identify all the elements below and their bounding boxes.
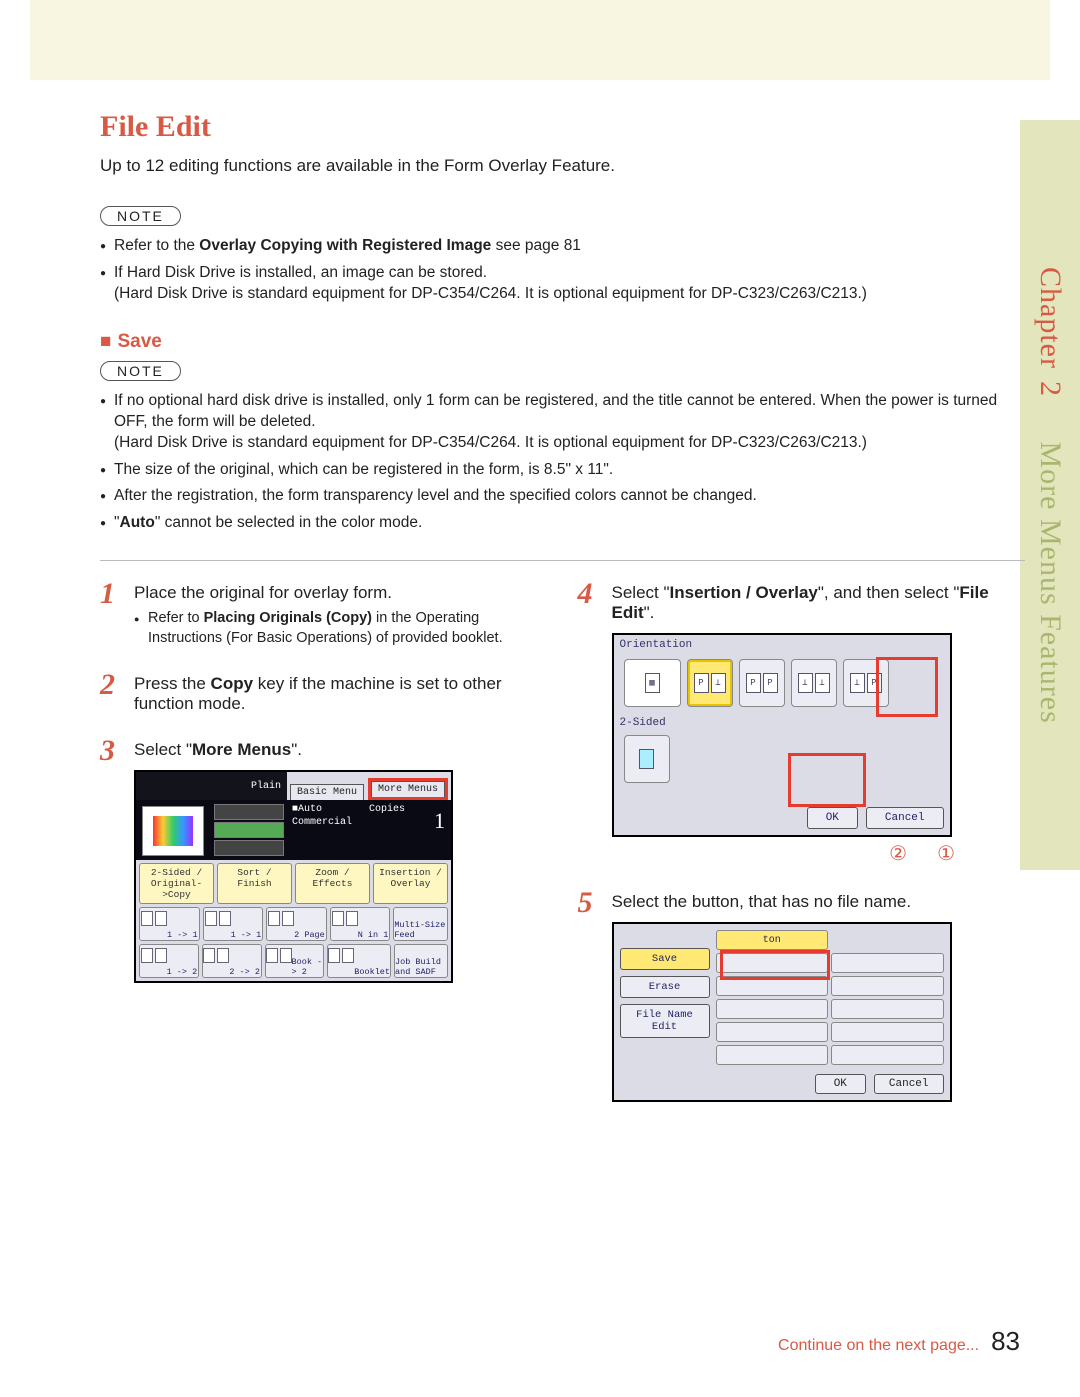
tab-more-menus[interactable]: More Menus xyxy=(371,781,445,797)
cat-sort[interactable]: Sort / Finish xyxy=(217,863,292,904)
orientation-preview: ▦ xyxy=(624,659,681,707)
cat-insertion[interactable]: Insertion / Overlay xyxy=(373,863,448,904)
orientation-label: Orientation xyxy=(614,635,950,655)
opt-2to2[interactable]: 2 -> 2 xyxy=(202,944,262,978)
cancel-button[interactable]: Cancel xyxy=(866,807,944,829)
step-2: 2 Press the Copy key if the machine is s… xyxy=(100,670,548,714)
file-slot[interactable] xyxy=(831,976,944,996)
highlight-box-1 xyxy=(788,753,866,807)
opt-2page[interactable]: 2 Page xyxy=(266,907,327,941)
screenshot-file-list: Save Erase File Name Edit ton xyxy=(612,922,952,1102)
opt-booklet[interactable]: Booklet xyxy=(327,944,391,978)
step-4: 4 Select "Insertion / Overlay", and then… xyxy=(578,579,1026,866)
file-slot[interactable] xyxy=(831,999,944,1019)
page-footer: Continue on the next page... 83 xyxy=(778,1326,1020,1357)
file-slot-header[interactable]: ton xyxy=(716,930,829,950)
chapter-section: More Menus Features xyxy=(1034,441,1067,723)
note-item: If Hard Disk Drive is installed, an imag… xyxy=(100,263,1025,305)
page-title: File Edit xyxy=(100,110,1025,144)
opt-multisize[interactable]: Multi-Size Feed xyxy=(393,907,448,941)
opt-nin1[interactable]: N in 1 xyxy=(330,907,391,941)
highlight-box-fileslot xyxy=(720,950,830,980)
step-3: 3 Select "More Menus". Plain Basic Menu … xyxy=(100,736,548,983)
file-slot[interactable] xyxy=(716,1045,829,1065)
highlight-box-2 xyxy=(876,657,938,717)
opt-jobbuild[interactable]: Job Build and SADF xyxy=(394,944,448,978)
copies-count: 1 xyxy=(409,800,451,860)
cat-zoom[interactable]: Zoom / Effects xyxy=(295,863,370,904)
note-item: If no optional hard disk drive is instal… xyxy=(100,391,1025,454)
note-badge: NOTE xyxy=(100,206,181,226)
ok-button[interactable]: OK xyxy=(807,807,858,829)
cancel-button[interactable]: Cancel xyxy=(874,1074,944,1094)
file-slot[interactable] xyxy=(716,1022,829,1042)
file-name-edit-button[interactable]: File Name Edit xyxy=(620,1004,710,1038)
note-item: Refer to the Overlay Copying with Regist… xyxy=(100,236,1025,257)
file-slot[interactable] xyxy=(831,953,944,973)
intro-text: Up to 12 editing functions are available… xyxy=(100,156,1025,176)
screenshot-basic-menu: Plain Basic Menu More Menus xyxy=(134,770,453,983)
orientation-opt-2[interactable]: PP xyxy=(739,659,785,707)
cat-2sided[interactable]: 2-Sided / Original->Copy xyxy=(139,863,214,904)
opt-1to1[interactable]: 1 -> 1 xyxy=(139,907,200,941)
two-sided-opt[interactable] xyxy=(624,735,670,783)
continue-text: Continue on the next page... xyxy=(778,1337,979,1355)
note-badge: NOTE xyxy=(100,361,181,381)
preview-thumb xyxy=(142,806,204,856)
save-button[interactable]: Save xyxy=(620,948,710,970)
opt-book2[interactable]: Book -> 2 xyxy=(265,944,325,978)
opt-1to1b[interactable]: 1 -> 1 xyxy=(203,907,264,941)
opt-1to2[interactable]: 1 -> 2 xyxy=(139,944,199,978)
file-slot[interactable] xyxy=(831,1045,944,1065)
erase-button[interactable]: Erase xyxy=(620,976,710,998)
page-number: 83 xyxy=(991,1326,1020,1357)
chapter-label: Chapter xyxy=(1034,267,1067,369)
callout-numbers: ②① xyxy=(612,841,1026,866)
step-5: 5 Select the button, that has no file na… xyxy=(578,888,1026,1102)
chapter-number: 2 xyxy=(1034,381,1067,397)
orientation-opt-1[interactable]: P⊥ xyxy=(687,659,733,707)
chapter-side-tab: Chapter 2 More Menus Features xyxy=(1020,120,1080,870)
orientation-opt-3[interactable]: ⊥⊥ xyxy=(791,659,837,707)
notes-list-1: Refer to the Overlay Copying with Regist… xyxy=(100,236,1025,305)
note-item: "Auto" cannot be selected in the color m… xyxy=(100,513,1025,534)
step-1: 1 Place the original for overlay form. R… xyxy=(100,579,548,648)
file-slot[interactable] xyxy=(716,999,829,1019)
file-slot[interactable] xyxy=(831,1022,944,1042)
tab-basic-menu[interactable]: Basic Menu xyxy=(290,784,364,800)
note-item: After the registration, the form transpa… xyxy=(100,486,1025,507)
divider xyxy=(100,560,1025,561)
save-heading: ■Save xyxy=(100,331,1025,353)
notes-list-2: If no optional hard disk drive is instal… xyxy=(100,391,1025,535)
note-item: The size of the original, which can be r… xyxy=(100,460,1025,481)
top-banner xyxy=(30,0,1050,80)
ok-button[interactable]: OK xyxy=(815,1074,866,1094)
